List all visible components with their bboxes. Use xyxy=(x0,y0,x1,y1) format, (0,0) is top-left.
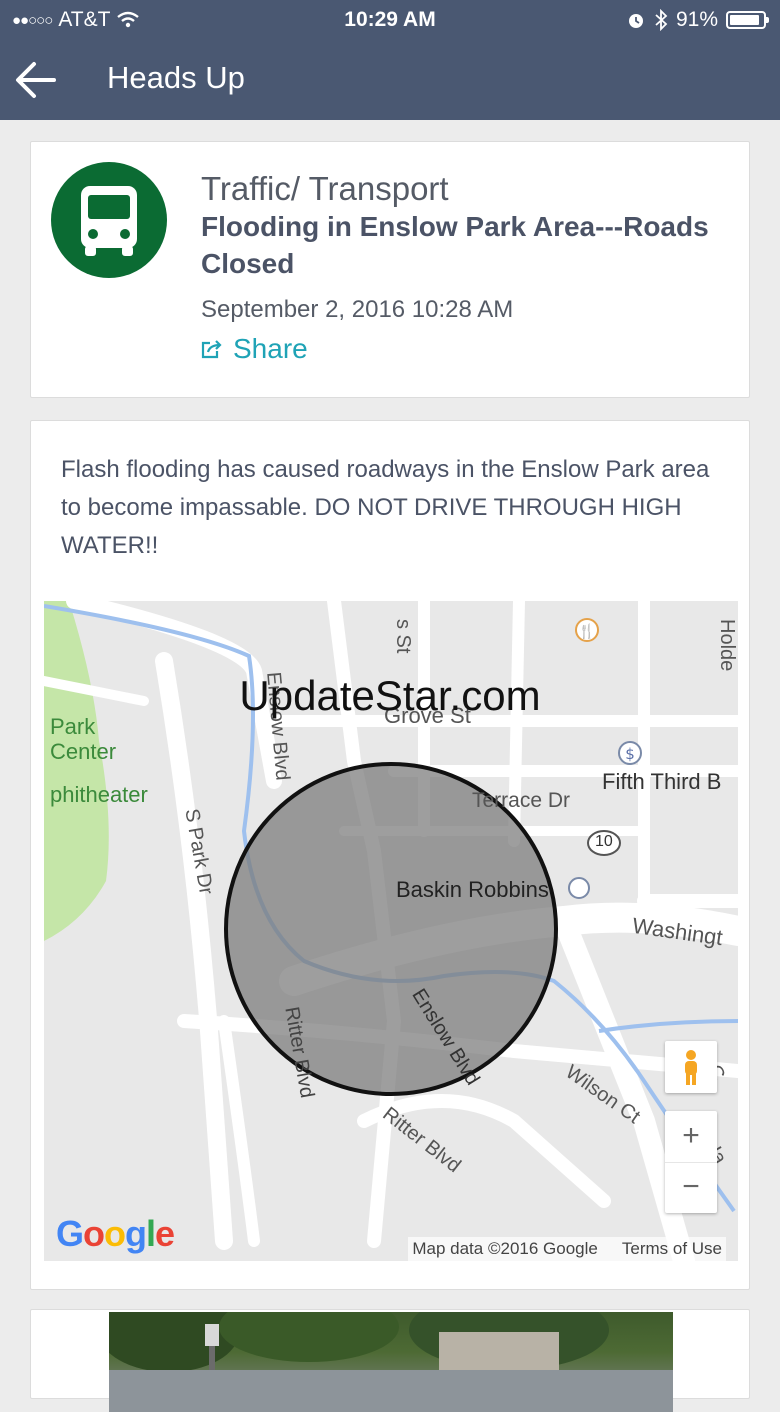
back-arrow-icon[interactable] xyxy=(14,58,58,102)
label-park-center: Park Center xyxy=(50,714,117,764)
park-area xyxy=(44,601,109,941)
flood-zone-circle xyxy=(224,762,558,1096)
map-attribution: Map data ©2016 Google Terms of Use xyxy=(408,1237,726,1261)
label-fifth-third: Fifth Third B xyxy=(602,769,722,794)
battery-percent: 91% xyxy=(675,8,718,31)
flood-photo xyxy=(109,1312,673,1412)
label-baskin-robbins: Baskin Robbins xyxy=(396,877,549,902)
zoom-in-button[interactable]: + xyxy=(665,1111,717,1163)
alert-description: Flash flooding has caused roadways in th… xyxy=(61,456,710,559)
label-holderby: Holde xyxy=(716,619,738,672)
status-bar: ●●○○○ AT&T 10:29 AM 91% xyxy=(0,0,780,40)
label-grove-st: Grove St xyxy=(384,703,471,728)
label-amphitheater: phitheater xyxy=(50,782,148,807)
alert-header-card: Traffic/ Transport Flooding in Enslow Pa… xyxy=(30,141,750,398)
alert-datetime: September 2, 2016 10:28 AM xyxy=(201,296,514,323)
shop-icon xyxy=(568,877,590,899)
zoom-out-button[interactable]: − xyxy=(665,1162,717,1213)
pegman-icon xyxy=(685,1050,697,1085)
share-icon xyxy=(201,340,222,359)
share-button[interactable]: Share xyxy=(201,333,308,365)
photo-card xyxy=(30,1309,750,1412)
label-s-st: s St xyxy=(392,619,414,654)
svg-text:🍴: 🍴 xyxy=(578,623,595,640)
alert-category: Traffic/ Transport xyxy=(201,170,449,207)
page-title: Heads Up xyxy=(107,60,245,95)
alarm-icon xyxy=(628,14,643,28)
battery-icon xyxy=(726,11,769,29)
terms-link[interactable]: Terms of Use xyxy=(622,1239,722,1259)
street-view-button[interactable] xyxy=(665,1041,717,1093)
svg-text:$: $ xyxy=(625,745,635,763)
alert-headline: Flooding in Enslow Park Area---Roads Clo… xyxy=(201,211,709,279)
share-label: Share xyxy=(233,333,308,364)
label-route-10: 10 xyxy=(595,833,613,850)
nav-bar: Heads Up xyxy=(0,40,780,120)
bus-icon xyxy=(51,162,167,278)
bluetooth-icon xyxy=(655,9,668,31)
map-data-credit: Map data ©2016 Google xyxy=(412,1239,598,1258)
top-bar: ●●○○○ AT&T 10:29 AM 91% Heads Up xyxy=(0,0,780,120)
alert-body-card: Flash flooding has caused roadways in th… xyxy=(30,420,750,1290)
map-view[interactable]: 🍴 $ Park Center phitheater s St Grove St… xyxy=(44,601,738,1261)
zoom-control: + − xyxy=(665,1111,717,1213)
google-logo: Google xyxy=(56,1213,175,1254)
label-terrace-dr: Terrace Dr xyxy=(472,789,571,812)
